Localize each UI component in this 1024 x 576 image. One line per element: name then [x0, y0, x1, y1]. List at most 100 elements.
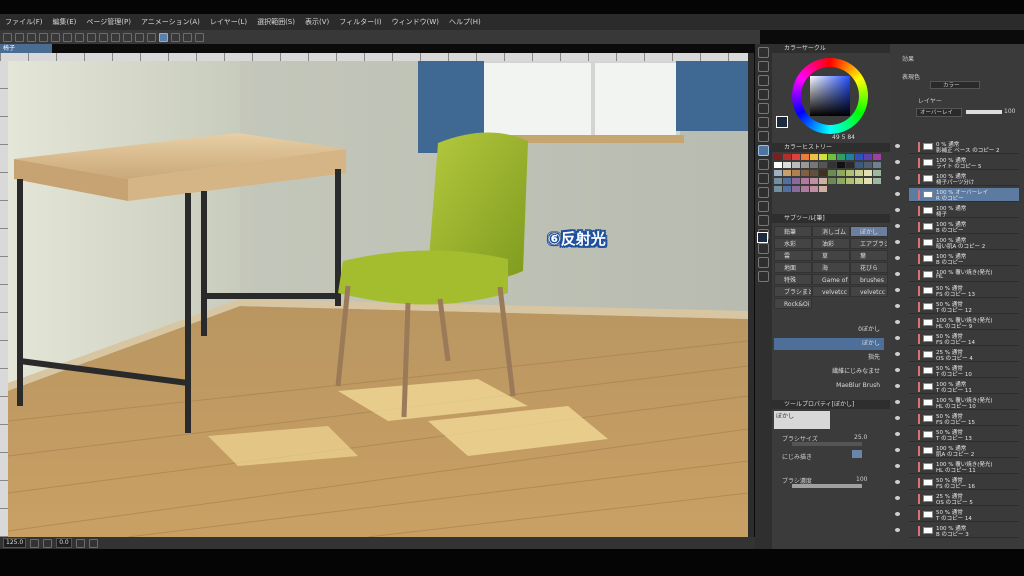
blend-toggle[interactable] — [852, 450, 862, 458]
invert-selection-icon[interactable] — [135, 32, 144, 42]
subtool-game[interactable]: Game of — [812, 274, 850, 285]
color-history-swatch[interactable] — [873, 178, 881, 184]
main-color-swatch[interactable] — [757, 232, 768, 243]
brush-item-selected[interactable]: ぼかし — [774, 338, 884, 350]
eye-icon[interactable] — [895, 528, 900, 532]
eye-icon[interactable] — [895, 448, 900, 452]
color-history-swatch[interactable] — [846, 154, 854, 160]
layer-row[interactable]: 25 % 通常 OS のコピー 5 — [895, 492, 1019, 506]
ruler-snap-icon[interactable] — [147, 32, 156, 42]
drawing-canvas[interactable] — [8, 61, 748, 537]
color-history-swatch[interactable] — [810, 186, 818, 192]
color-history-swatch[interactable] — [774, 162, 782, 168]
color-history-swatch[interactable] — [801, 154, 809, 160]
eye-icon[interactable] — [895, 160, 900, 164]
color-history-swatch[interactable] — [828, 162, 836, 168]
color-history-swatch[interactable] — [864, 170, 872, 176]
eye-icon[interactable] — [895, 256, 900, 260]
layer-row[interactable]: 100 % 覆い焼き(発光) HL のコピー 10 — [895, 396, 1019, 410]
color-history-swatch[interactable] — [774, 154, 782, 160]
color-history-swatch[interactable] — [783, 154, 791, 160]
subtool-special[interactable]: 特殊 — [774, 274, 812, 285]
eye-icon[interactable] — [895, 352, 900, 356]
layer-row[interactable]: 25 % 通常 OS のコピー 4 — [895, 348, 1019, 362]
new-file-icon[interactable] — [3, 32, 12, 42]
subtool-sea[interactable]: 海 — [812, 262, 850, 273]
text-tool-icon[interactable] — [758, 187, 769, 198]
layer-row[interactable]: 0 % 通常 影補正 ベース のコピー 2 — [895, 140, 1019, 154]
pen-tool-icon[interactable] — [758, 117, 769, 128]
move-tool-icon[interactable] — [758, 61, 769, 72]
color-history-swatch[interactable] — [792, 170, 800, 176]
menu-file[interactable]: ファイル(F) — [0, 17, 48, 27]
layer-row[interactable]: 100 % 通常 B のコピー — [895, 252, 1019, 266]
menu-layer[interactable]: レイヤー(L) — [205, 17, 252, 27]
layer-row[interactable]: 50 % 通常 FS のコピー 15 — [895, 412, 1019, 426]
menu-page[interactable]: ページ管理(P) — [81, 17, 136, 27]
color-history-swatch[interactable] — [855, 178, 863, 184]
eyedropper-tool-icon[interactable] — [758, 103, 769, 114]
subtool-brushes[interactable]: brushes — [850, 274, 888, 285]
color-history-swatch[interactable] — [855, 154, 863, 160]
color-history-swatch[interactable] — [846, 162, 854, 168]
color-history-swatch[interactable] — [801, 178, 809, 184]
flip-icon[interactable] — [88, 538, 98, 548]
perspective-snap-icon[interactable] — [183, 32, 192, 42]
subtool-pencil[interactable]: 鉛筆 — [774, 226, 812, 237]
color-history-swatch[interactable] — [828, 154, 836, 160]
layer-row[interactable]: 100 % 通常 椅子パーツ分け — [895, 172, 1019, 186]
reference-icon[interactable] — [195, 32, 204, 42]
subtool-eraser[interactable]: 消しゴム — [812, 226, 850, 237]
fill-tool-icon[interactable] — [758, 201, 769, 212]
color-history-swatch[interactable] — [837, 170, 845, 176]
menu-window[interactable]: ウィンドウ(W) — [387, 17, 444, 27]
eye-icon[interactable] — [895, 224, 900, 228]
color-history-swatch[interactable] — [774, 170, 782, 176]
crop-icon[interactable] — [99, 32, 108, 42]
color-history-swatch[interactable] — [819, 186, 827, 192]
layer-tab[interactable]: レイヤー — [918, 96, 942, 105]
color-history-swatch[interactable] — [810, 154, 818, 160]
canvas-tab[interactable]: 椅子 — [0, 44, 52, 53]
layer-row[interactable]: 100 % 通常 暗い肌A のコピー 2 — [895, 236, 1019, 250]
color-history-swatch[interactable] — [846, 178, 854, 184]
layer-row[interactable]: 100 % 覆い焼き(発光) HL のコピー 9 — [895, 316, 1019, 330]
eye-icon[interactable] — [895, 288, 900, 292]
subtool-rock[interactable]: Rock&Oi — [774, 298, 812, 309]
grid-snap-icon[interactable] — [171, 32, 180, 42]
select-all-icon[interactable] — [111, 32, 120, 42]
eye-icon[interactable] — [895, 320, 900, 324]
layer-row[interactable]: 100 % オーバーレイ R のコピー — [895, 188, 1019, 202]
canvas-scrollbar[interactable] — [748, 53, 754, 537]
rotation-field[interactable]: 0.0 — [56, 538, 72, 548]
color-history-swatch[interactable] — [837, 178, 845, 184]
eye-icon[interactable] — [895, 144, 900, 148]
layer-row[interactable]: 50 % 通常 T のコピー 13 — [895, 428, 1019, 442]
eye-icon[interactable] — [895, 464, 900, 468]
eye-icon[interactable] — [895, 208, 900, 212]
brush-item[interactable]: 繊維にじみなませ — [774, 366, 884, 378]
eye-icon[interactable] — [895, 384, 900, 388]
subtool-ground[interactable]: 地面 — [774, 262, 812, 273]
eye-icon[interactable] — [895, 512, 900, 516]
subtool-leaf[interactable]: 葉 — [850, 250, 888, 261]
color-history-grid[interactable] — [774, 154, 886, 210]
layer-row[interactable]: 100 % 覆い焼き(発光) HL — [895, 268, 1019, 282]
layer-row[interactable]: 100 % 覆い焼き(発光) HL のコピー 11 — [895, 460, 1019, 474]
rotate-icon[interactable] — [75, 538, 85, 548]
brush-size-value[interactable]: 25.0 — [854, 434, 867, 441]
color-history-swatch[interactable] — [792, 162, 800, 168]
frame-tool-icon[interactable] — [758, 243, 769, 254]
color-history-swatch[interactable] — [828, 178, 836, 184]
color-history-swatch[interactable] — [837, 162, 845, 168]
color-history-swatch[interactable] — [801, 170, 809, 176]
transform-icon[interactable] — [75, 32, 84, 42]
brush-size-slider[interactable] — [792, 442, 862, 446]
color-history-swatch[interactable] — [855, 162, 863, 168]
subtool-velvet-2[interactable]: velvetcc — [850, 286, 888, 297]
layer-row[interactable]: 100 % 通常 椅子 — [895, 204, 1019, 218]
layer-row[interactable]: 100 % 通常 ライト のコピー 5 — [895, 156, 1019, 170]
zoom-field[interactable]: 125.0 — [3, 538, 27, 548]
layer-row[interactable]: 100 % 通常 B のコピー 3 — [895, 524, 1019, 538]
eraser-tool-icon[interactable] — [758, 173, 769, 184]
